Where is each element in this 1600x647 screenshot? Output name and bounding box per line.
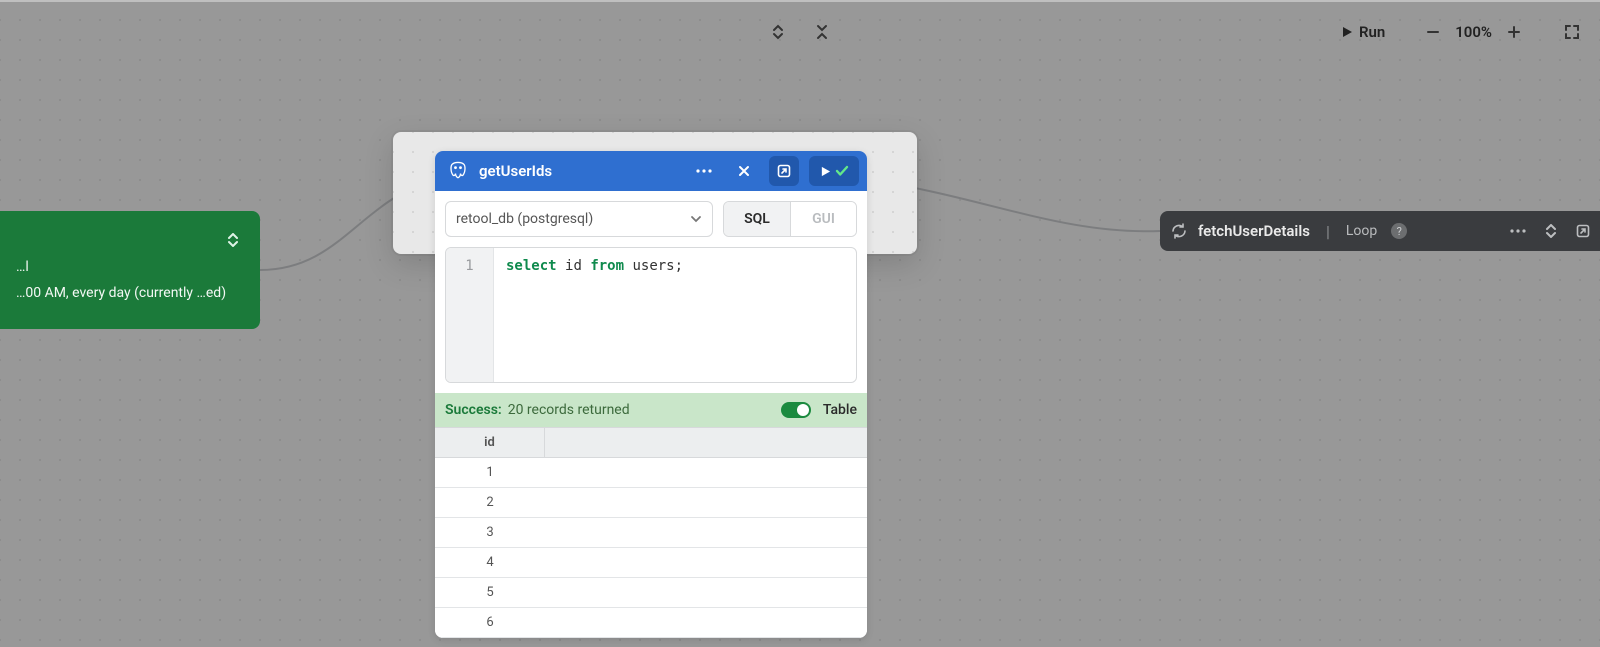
table-row[interactable]: 3 [435, 518, 867, 548]
node-title: getUserIds [479, 162, 552, 180]
run-label: Run [1359, 23, 1385, 41]
collapse-icon[interactable] [729, 156, 759, 186]
mode-gui[interactable]: GUI [790, 202, 856, 236]
cell-id: 5 [435, 578, 545, 607]
zoom-level: 100% [1455, 23, 1492, 41]
node-title: fetchUserDetails [1198, 222, 1310, 240]
table-row[interactable]: 4 [435, 548, 867, 578]
mode-sql[interactable]: SQL [724, 202, 790, 236]
help-icon[interactable]: ? [1391, 223, 1407, 239]
table-toggle[interactable] [781, 402, 811, 418]
zoom-out-button[interactable] [1423, 22, 1443, 42]
more-icon[interactable] [689, 156, 719, 186]
expand-node-icon[interactable] [222, 229, 244, 251]
loop-icon [1170, 222, 1188, 240]
cell-id: 3 [435, 518, 545, 547]
table-row[interactable]: 6 [435, 608, 867, 638]
open-external-icon[interactable] [769, 156, 799, 186]
divider: | [1326, 222, 1330, 241]
zoom-in-button[interactable] [1504, 22, 1524, 42]
postgres-icon [447, 160, 469, 182]
table-row[interactable]: 2 [435, 488, 867, 518]
trigger-text-1: …l [16, 257, 244, 277]
node-header[interactable]: getUserIds [435, 151, 867, 191]
status-label: Success: [445, 402, 502, 418]
table-row[interactable]: 5 [435, 578, 867, 608]
result-table: id 123456 [435, 427, 867, 638]
get-user-ids-node: getUserIds retool_db (postgresql) SQL GU… [435, 151, 867, 638]
sql-editor[interactable]: 1 select id from users; [445, 247, 857, 383]
check-icon [835, 164, 849, 178]
line-gutter: 1 [446, 248, 494, 382]
expand-icon[interactable] [1544, 224, 1558, 238]
run-query-button[interactable] [809, 156, 859, 186]
chevron-down-icon [690, 213, 702, 225]
line-number: 1 [446, 258, 493, 274]
col-header-id[interactable]: id [435, 428, 545, 457]
table-header-row: id [435, 428, 867, 458]
datasource-select[interactable]: retool_db (postgresql) [445, 201, 713, 237]
run-button[interactable]: Run [1341, 23, 1385, 41]
status-message: 20 records returned [508, 402, 630, 418]
status-bar: Success: 20 records returned Table [435, 393, 867, 427]
play-icon [1341, 26, 1353, 38]
trigger-text-2: …00 AM, every day (currently …ed) [16, 283, 244, 303]
open-icon[interactable] [1576, 224, 1590, 238]
cell-id: 2 [435, 488, 545, 517]
trigger-node[interactable]: …l …00 AM, every day (currently …ed) [0, 211, 260, 329]
play-icon [820, 166, 831, 177]
expand-vertical-icon[interactable] [768, 22, 788, 42]
node-subtitle: Loop [1346, 223, 1377, 239]
collapse-vertical-icon[interactable] [812, 22, 832, 42]
top-toolbar: Run 100% [0, 0, 1600, 62]
table-row[interactable]: 1 [435, 458, 867, 488]
datasource-value: retool_db (postgresql) [456, 211, 593, 227]
fit-view-icon[interactable] [1562, 22, 1582, 42]
cell-id: 4 [435, 548, 545, 577]
cell-id: 6 [435, 608, 545, 637]
view-label: Table [823, 402, 857, 418]
cell-id: 1 [435, 458, 545, 487]
mode-toggle: SQL GUI [723, 201, 857, 237]
more-icon[interactable] [1510, 229, 1526, 233]
code-content[interactable]: select id from users; [494, 248, 856, 382]
fetch-user-details-node[interactable]: fetchUserDetails | Loop ? [1160, 211, 1600, 251]
